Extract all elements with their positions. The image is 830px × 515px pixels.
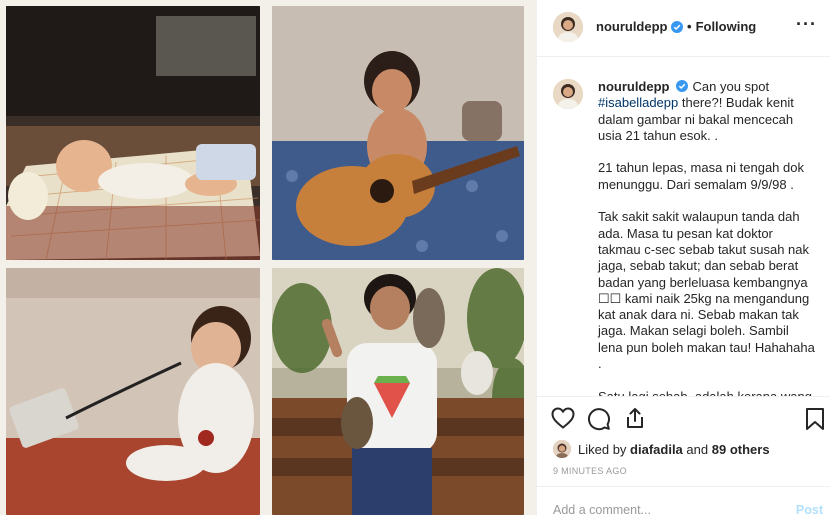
caption-hashtag-link[interactable]: #isabelladepp <box>598 95 678 110</box>
post-caption: nouruldepp Can you spot #isabelladepp the… <box>598 79 816 396</box>
post-image-collage[interactable] <box>0 0 536 515</box>
post-header: nouruldepp • Following ··· <box>537 0 830 57</box>
following-button[interactable]: Following <box>696 19 757 34</box>
comments-area: nouruldepp Can you spot #isabelladepp the… <box>537 58 830 396</box>
follow-status: • Following <box>685 19 756 34</box>
comment-icon[interactable] <box>587 407 611 431</box>
share-icon[interactable] <box>623 406 647 430</box>
post-sidebar: nouruldepp • Following ··· nouruldepp Can … <box>536 0 830 515</box>
add-comment-bar: Add a comment... Post <box>537 486 830 515</box>
photo-toddler-with-guitar <box>272 6 524 260</box>
post-timestamp: 9 MINUTES AGO <box>553 466 627 476</box>
bookmark-icon[interactable] <box>805 407 825 431</box>
caption-intro: Can you spot <box>692 79 770 94</box>
caption-username[interactable]: nouruldepp <box>598 79 670 94</box>
caption-verified-badge-icon <box>675 80 688 92</box>
photo-baby-with-phone <box>6 268 260 515</box>
liker-avatar[interactable] <box>553 440 571 458</box>
heart-icon[interactable] <box>551 407 575 429</box>
author-avatar[interactable] <box>553 12 583 42</box>
instagram-post: nouruldepp • Following ··· nouruldepp Can … <box>0 0 830 515</box>
likes-others-link[interactable]: 89 others <box>712 442 770 457</box>
post-actions: Liked by diafadila and 89 others 9 MINUT… <box>537 396 830 515</box>
likes-prefix: Liked by <box>578 442 627 457</box>
caption-author-avatar[interactable] <box>553 79 583 109</box>
post-comment-button[interactable]: Post <box>796 503 823 515</box>
comment-input[interactable]: Add a comment... <box>553 503 651 515</box>
photo-baby-on-mat <box>6 6 260 260</box>
separator-dot: • <box>687 19 692 34</box>
liker-username[interactable]: diafadila <box>630 442 683 457</box>
likes-conjunction: and <box>686 442 709 457</box>
likes-text: Liked by diafadila and 89 others <box>578 442 770 457</box>
more-options-icon[interactable]: ··· <box>796 14 817 35</box>
verified-badge-icon <box>671 21 683 33</box>
caption-body: there?! Budak kenit dalam gambar ni baka… <box>598 95 815 396</box>
author-username[interactable]: nouruldepp <box>596 19 668 34</box>
photo-girl-with-owls <box>272 268 524 515</box>
